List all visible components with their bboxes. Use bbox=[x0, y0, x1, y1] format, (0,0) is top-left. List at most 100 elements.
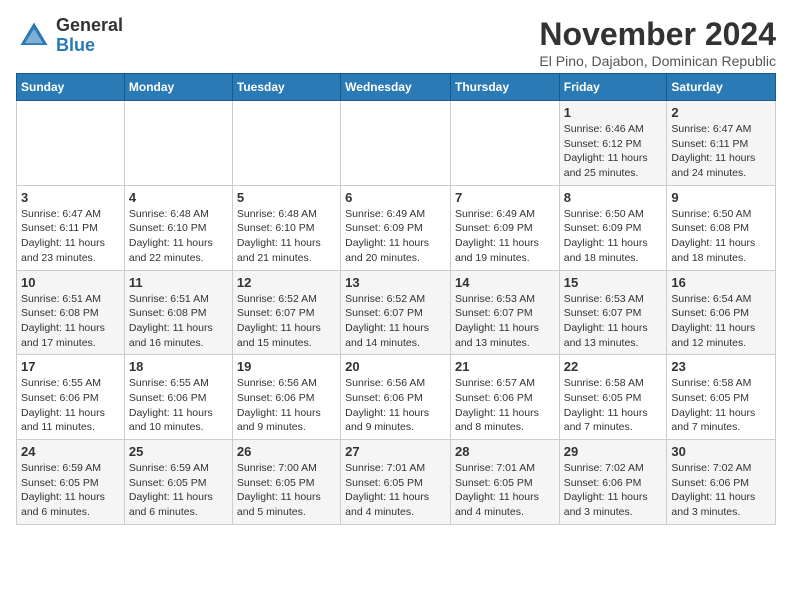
day-number: 12 bbox=[237, 275, 336, 290]
day-number: 19 bbox=[237, 359, 336, 374]
title-block: November 2024 El Pino, Dajabon, Dominica… bbox=[539, 16, 776, 69]
day-info: Sunrise: 6:56 AM Sunset: 6:06 PM Dayligh… bbox=[345, 376, 446, 435]
day-info: Sunrise: 7:02 AM Sunset: 6:06 PM Dayligh… bbox=[564, 461, 663, 520]
calendar-cell: 5 Sunrise: 6:48 AM Sunset: 6:10 PM Daylig… bbox=[232, 185, 340, 270]
day-number: 9 bbox=[671, 190, 771, 205]
calendar-cell: 7Sunrise: 6:49 AM Sunset: 6:09 PM Daylig… bbox=[450, 185, 559, 270]
calendar-cell bbox=[17, 101, 125, 186]
calendar-cell: 18 Sunrise: 6:55 AM Sunset: 6:06 PM Dayli… bbox=[124, 355, 232, 440]
day-number: 25 bbox=[129, 444, 228, 459]
day-number: 22 bbox=[564, 359, 663, 374]
day-number: 13 bbox=[345, 275, 446, 290]
day-number: 27 bbox=[345, 444, 446, 459]
day-number: 2 bbox=[671, 105, 771, 120]
day-number: 21 bbox=[455, 359, 555, 374]
weekday-header: Friday bbox=[559, 74, 667, 101]
calendar-cell bbox=[450, 101, 559, 186]
calendar-cell: 20 Sunrise: 6:56 AM Sunset: 6:06 PM Dayli… bbox=[341, 355, 451, 440]
calendar-week-row: 24 Sunrise: 6:59 AM Sunset: 6:05 PM Dayli… bbox=[17, 440, 776, 525]
day-number: 11 bbox=[129, 275, 228, 290]
calendar-cell: 26 Sunrise: 7:00 AM Sunset: 6:05 PM Dayli… bbox=[232, 440, 340, 525]
calendar-cell bbox=[124, 101, 232, 186]
day-number: 29 bbox=[564, 444, 663, 459]
calendar-week-row: 3Sunrise: 6:47 AM Sunset: 6:11 PM Daylig… bbox=[17, 185, 776, 270]
calendar-week-row: 1Sunrise: 6:46 AM Sunset: 6:12 PM Daylig… bbox=[17, 101, 776, 186]
day-info: Sunrise: 6:47 AM Sunset: 6:11 PM Dayligh… bbox=[671, 122, 771, 181]
day-number: 5 bbox=[237, 190, 336, 205]
weekday-header: Monday bbox=[124, 74, 232, 101]
calendar-cell: 14 Sunrise: 6:53 AM Sunset: 6:07 PM Dayli… bbox=[450, 270, 559, 355]
calendar-cell: 10Sunrise: 6:51 AM Sunset: 6:08 PM Dayli… bbox=[17, 270, 125, 355]
day-number: 24 bbox=[21, 444, 120, 459]
calendar-cell: 30Sunrise: 7:02 AM Sunset: 6:06 PM Dayli… bbox=[667, 440, 776, 525]
day-number: 14 bbox=[455, 275, 555, 290]
calendar-cell: 25Sunrise: 6:59 AM Sunset: 6:05 PM Dayli… bbox=[124, 440, 232, 525]
logo-icon bbox=[16, 18, 52, 54]
day-number: 20 bbox=[345, 359, 446, 374]
calendar-cell: 21 Sunrise: 6:57 AM Sunset: 6:06 PM Dayli… bbox=[450, 355, 559, 440]
day-info: Sunrise: 6:52 AM Sunset: 6:07 PM Dayligh… bbox=[237, 292, 336, 351]
weekday-header: Thursday bbox=[450, 74, 559, 101]
location-title: El Pino, Dajabon, Dominican Republic bbox=[539, 53, 776, 69]
day-number: 1 bbox=[564, 105, 663, 120]
calendar-cell: 15Sunrise: 6:53 AM Sunset: 6:07 PM Dayli… bbox=[559, 270, 667, 355]
calendar-cell: 22 Sunrise: 6:58 AM Sunset: 6:05 PM Dayli… bbox=[559, 355, 667, 440]
calendar-week-row: 10Sunrise: 6:51 AM Sunset: 6:08 PM Dayli… bbox=[17, 270, 776, 355]
logo: General Blue bbox=[16, 16, 123, 56]
day-info: Sunrise: 6:53 AM Sunset: 6:07 PM Dayligh… bbox=[455, 292, 555, 351]
day-info: Sunrise: 6:48 AM Sunset: 6:10 PM Dayligh… bbox=[129, 207, 228, 266]
day-info: Sunrise: 6:49 AM Sunset: 6:09 PM Dayligh… bbox=[345, 207, 446, 266]
day-number: 17 bbox=[21, 359, 120, 374]
calendar-cell bbox=[232, 101, 340, 186]
calendar-week-row: 17 Sunrise: 6:55 AM Sunset: 6:06 PM Dayli… bbox=[17, 355, 776, 440]
month-title: November 2024 bbox=[539, 16, 776, 53]
calendar-cell: 16 Sunrise: 6:54 AM Sunset: 6:06 PM Dayli… bbox=[667, 270, 776, 355]
day-info: Sunrise: 6:59 AM Sunset: 6:05 PM Dayligh… bbox=[21, 461, 120, 520]
calendar-cell: 11 Sunrise: 6:51 AM Sunset: 6:08 PM Dayli… bbox=[124, 270, 232, 355]
calendar-cell: 17Sunrise: 6:55 AM Sunset: 6:06 PM Dayli… bbox=[17, 355, 125, 440]
page-header: General Blue November 2024 El Pino, Daja… bbox=[16, 16, 776, 69]
calendar-cell bbox=[341, 101, 451, 186]
day-number: 23 bbox=[671, 359, 771, 374]
day-number: 16 bbox=[671, 275, 771, 290]
day-number: 18 bbox=[129, 359, 228, 374]
day-info: Sunrise: 6:55 AM Sunset: 6:06 PM Dayligh… bbox=[129, 376, 228, 435]
day-number: 4 bbox=[129, 190, 228, 205]
calendar-cell: 9Sunrise: 6:50 AM Sunset: 6:08 PM Daylig… bbox=[667, 185, 776, 270]
calendar-cell: 3Sunrise: 6:47 AM Sunset: 6:11 PM Daylig… bbox=[17, 185, 125, 270]
weekday-header: Tuesday bbox=[232, 74, 340, 101]
calendar-cell: 2 Sunrise: 6:47 AM Sunset: 6:11 PM Daylig… bbox=[667, 101, 776, 186]
day-info: Sunrise: 6:54 AM Sunset: 6:06 PM Dayligh… bbox=[671, 292, 771, 351]
day-info: Sunrise: 6:51 AM Sunset: 6:08 PM Dayligh… bbox=[21, 292, 120, 351]
calendar-cell: 1Sunrise: 6:46 AM Sunset: 6:12 PM Daylig… bbox=[559, 101, 667, 186]
day-info: Sunrise: 6:57 AM Sunset: 6:06 PM Dayligh… bbox=[455, 376, 555, 435]
calendar-cell: 8 Sunrise: 6:50 AM Sunset: 6:09 PM Daylig… bbox=[559, 185, 667, 270]
day-info: Sunrise: 6:58 AM Sunset: 6:05 PM Dayligh… bbox=[564, 376, 663, 435]
day-info: Sunrise: 6:51 AM Sunset: 6:08 PM Dayligh… bbox=[129, 292, 228, 351]
calendar-cell: 6 Sunrise: 6:49 AM Sunset: 6:09 PM Daylig… bbox=[341, 185, 451, 270]
day-number: 6 bbox=[345, 190, 446, 205]
day-info: Sunrise: 6:48 AM Sunset: 6:10 PM Dayligh… bbox=[237, 207, 336, 266]
weekday-header-row: SundayMondayTuesdayWednesdayThursdayFrid… bbox=[17, 74, 776, 101]
weekday-header: Sunday bbox=[17, 74, 125, 101]
day-info: Sunrise: 6:56 AM Sunset: 6:06 PM Dayligh… bbox=[237, 376, 336, 435]
day-info: Sunrise: 7:01 AM Sunset: 6:05 PM Dayligh… bbox=[345, 461, 446, 520]
calendar-cell: 23Sunrise: 6:58 AM Sunset: 6:05 PM Dayli… bbox=[667, 355, 776, 440]
calendar-table: SundayMondayTuesdayWednesdayThursdayFrid… bbox=[16, 73, 776, 525]
day-info: Sunrise: 6:47 AM Sunset: 6:11 PM Dayligh… bbox=[21, 207, 120, 266]
calendar-cell: 4 Sunrise: 6:48 AM Sunset: 6:10 PM Daylig… bbox=[124, 185, 232, 270]
day-number: 26 bbox=[237, 444, 336, 459]
calendar-cell: 29 Sunrise: 7:02 AM Sunset: 6:06 PM Dayli… bbox=[559, 440, 667, 525]
day-number: 8 bbox=[564, 190, 663, 205]
logo-text: General Blue bbox=[56, 16, 123, 56]
day-info: Sunrise: 6:53 AM Sunset: 6:07 PM Dayligh… bbox=[564, 292, 663, 351]
weekday-header: Wednesday bbox=[341, 74, 451, 101]
calendar-cell: 28 Sunrise: 7:01 AM Sunset: 6:05 PM Dayli… bbox=[450, 440, 559, 525]
day-info: Sunrise: 6:52 AM Sunset: 6:07 PM Dayligh… bbox=[345, 292, 446, 351]
calendar-cell: 12 Sunrise: 6:52 AM Sunset: 6:07 PM Dayli… bbox=[232, 270, 340, 355]
day-info: Sunrise: 6:50 AM Sunset: 6:09 PM Dayligh… bbox=[564, 207, 663, 266]
day-info: Sunrise: 7:00 AM Sunset: 6:05 PM Dayligh… bbox=[237, 461, 336, 520]
calendar-cell: 13 Sunrise: 6:52 AM Sunset: 6:07 PM Dayli… bbox=[341, 270, 451, 355]
day-number: 28 bbox=[455, 444, 555, 459]
day-info: Sunrise: 7:01 AM Sunset: 6:05 PM Dayligh… bbox=[455, 461, 555, 520]
